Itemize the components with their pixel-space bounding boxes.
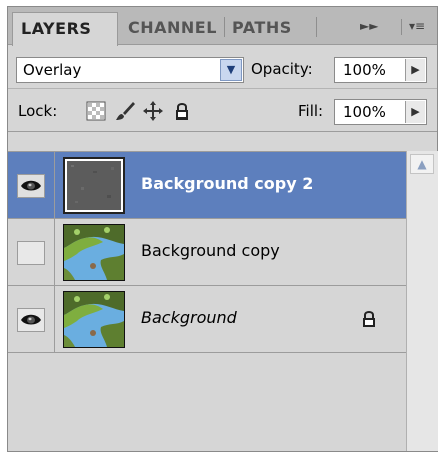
scroll-up-icon[interactable]: ▲ bbox=[410, 154, 434, 174]
blend-mode-value: Overlay bbox=[23, 61, 82, 79]
expand-panel-icon[interactable]: ►► bbox=[360, 19, 378, 33]
layer-row[interactable]: Background copy 2 bbox=[8, 152, 406, 219]
move-icon[interactable] bbox=[142, 100, 164, 122]
tab-paths[interactable]: PATHS bbox=[224, 12, 316, 45]
layer-name[interactable]: Background copy bbox=[141, 241, 280, 260]
blend-mode-select[interactable]: Overlay ▼ bbox=[16, 57, 244, 83]
blend-mode-row: Overlay ▼ Opacity: 100% ▶ bbox=[8, 46, 437, 89]
opacity-label: Opacity: bbox=[251, 60, 313, 78]
brush-icon[interactable] bbox=[114, 100, 136, 122]
opacity-input[interactable]: 100% ▶ bbox=[334, 57, 427, 83]
tab-layers[interactable]: LAYERS bbox=[12, 12, 118, 46]
visibility-toggle[interactable] bbox=[8, 219, 55, 286]
eye-box bbox=[17, 308, 45, 332]
panel-menu-icon[interactable]: ▾≡ bbox=[409, 19, 425, 33]
fill-slider-arrow-icon[interactable]: ▶ bbox=[405, 101, 425, 123]
layer-thumbnail bbox=[63, 291, 125, 348]
visibility-toggle[interactable] bbox=[8, 152, 55, 219]
fill-value: 100% bbox=[343, 103, 386, 121]
opacity-slider-arrow-icon[interactable]: ▶ bbox=[405, 59, 425, 81]
layer-name[interactable]: Background copy 2 bbox=[141, 174, 313, 193]
layer-row[interactable]: Background bbox=[8, 286, 406, 353]
eye-box bbox=[17, 174, 45, 198]
eye-icon bbox=[21, 314, 41, 325]
fill-label: Fill: bbox=[298, 102, 324, 120]
layer-list: Background copy 2 Background copy Backgr… bbox=[8, 151, 406, 451]
panel-tab-bar: LAYERS CHANNEL PATHS ►► ▾≡ bbox=[8, 7, 437, 46]
layer-row[interactable]: Background copy bbox=[8, 219, 406, 286]
layer-lock-icon bbox=[363, 311, 375, 327]
layer-thumbnail bbox=[63, 224, 125, 281]
lock-all-icon[interactable] bbox=[171, 100, 193, 122]
lock-label: Lock: bbox=[18, 102, 58, 120]
lock-row: Lock: Fill: 100% ▶ bbox=[8, 90, 437, 132]
eye-box-empty bbox=[17, 241, 45, 265]
chevron-down-icon[interactable]: ▼ bbox=[220, 59, 242, 81]
layer-name[interactable]: Background bbox=[141, 308, 237, 327]
fill-input[interactable]: 100% ▶ bbox=[334, 99, 427, 125]
tab-divider bbox=[316, 17, 317, 37]
tab-channels[interactable]: CHANNEL bbox=[120, 12, 224, 45]
lock-transparent-icon[interactable] bbox=[85, 100, 107, 122]
menu-divider bbox=[401, 19, 402, 35]
visibility-toggle[interactable] bbox=[8, 286, 55, 353]
layer-list-scrollbar[interactable]: ▲ bbox=[406, 151, 438, 451]
layers-panel: LAYERS CHANNEL PATHS ►► ▾≡ Overlay ▼ Opa… bbox=[7, 6, 438, 452]
layer-thumbnail bbox=[63, 157, 125, 214]
eye-icon bbox=[21, 180, 41, 191]
opacity-value: 100% bbox=[343, 61, 386, 79]
